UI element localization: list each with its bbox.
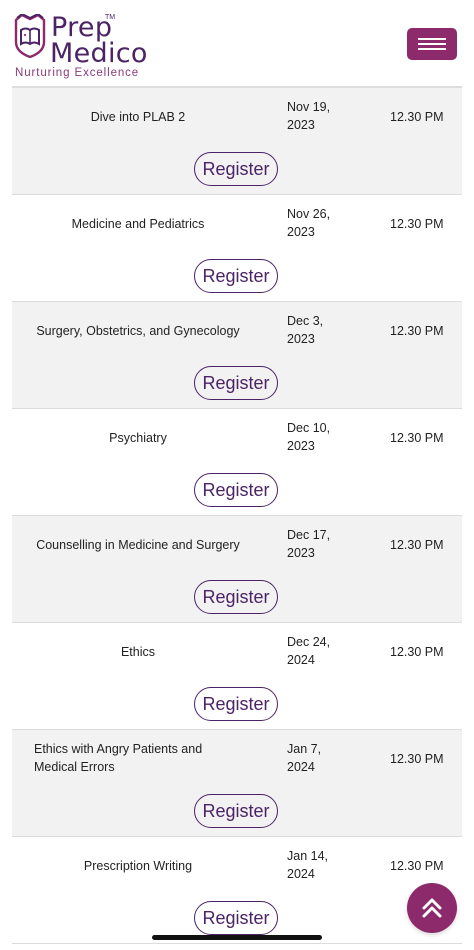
schedule-row: Counselling in Medicine and Surgery Dec … [12,516,462,623]
session-time: 12.30 PM [390,752,444,766]
menu-button[interactable] [407,28,457,60]
session-date: Jan 14, 2024 [287,847,357,883]
session-topic: Ethics [120,645,156,659]
session-date: Nov 19, 2023 [287,98,357,134]
session-topic-line2: Medical Errors [34,760,115,774]
session-date-day: Nov 19, [287,100,331,114]
session-time: 12.30 PM [390,324,444,338]
session-date-year: 2023 [287,332,315,346]
brand-name-line2: Medico [50,38,148,69]
session-date: Dec 10, 2023 [287,419,357,455]
schedule-row: Dive into PLAB 2 Nov 19, 2023 12.30 PM R… [12,86,462,195]
register-button[interactable]: Register [194,794,278,828]
brand-trademark: TM [105,14,116,21]
session-date-day: Dec 17, [287,528,331,542]
session-topic: Counselling in Medicine and Surgery [36,538,240,552]
session-time: 12.30 PM [390,431,444,445]
session-date: Nov 26, 2023 [287,205,357,241]
session-date-day: Jan 7, [287,742,322,756]
register-button[interactable]: Register [194,580,278,614]
schedule-row: Prescription Writing Jan 14, 2024 12.30 … [12,837,462,944]
home-indicator[interactable] [152,935,322,940]
brand-name-line1: Prep [51,12,113,43]
site-header: Prep TM Medico Nurturing Excellence [0,0,474,92]
session-topic: Prescription Writing [83,859,193,873]
session-time: 12.30 PM [390,217,444,231]
session-time: 12.30 PM [390,110,444,124]
book-shield-icon [14,14,46,58]
double-chevron-up-icon [422,898,442,918]
register-button[interactable]: Register [194,152,278,186]
session-date-year: 2023 [287,439,315,453]
session-date-year: 2024 [287,653,315,667]
scroll-to-top-button[interactable] [407,883,457,933]
schedule-row: Ethics with Angry Patients and Medical E… [12,730,462,837]
session-date-day: Dec 3, [287,314,324,328]
session-date-year: 2023 [287,118,315,132]
session-topic-line1: Ethics with Angry Patients and [34,742,203,756]
webinar-schedule-list: Dive into PLAB 2 Nov 19, 2023 12.30 PM R… [12,86,462,944]
session-topic: Dive into PLAB 2 [90,110,186,124]
session-date-day: Dec 10, [287,421,331,435]
schedule-row: Psychiatry Dec 10, 2023 12.30 PM Registe… [12,409,462,516]
session-date-day: Jan 14, [287,849,329,863]
register-button[interactable]: Register [194,473,278,507]
session-date: Dec 17, 2023 [287,526,357,562]
brand-tagline: Nurturing Excellence [15,67,140,79]
session-date-day: Dec 24, [287,635,331,649]
register-button[interactable]: Register [194,901,278,935]
brand-logo[interactable]: Prep TM Medico Nurturing Excellence [14,12,194,82]
session-date: Dec 24, 2024 [287,633,357,669]
session-time: 12.30 PM [390,645,444,659]
schedule-row: Ethics Dec 24, 2024 12.30 PM Register [12,623,462,730]
session-date-day: Nov 26, [287,207,331,221]
session-date-year: 2023 [287,546,315,560]
session-topic: Psychiatry [109,431,167,445]
register-button[interactable]: Register [194,687,278,721]
session-date-year: 2024 [287,760,315,774]
session-date-year: 2023 [287,225,315,239]
session-date: Jan 7, 2024 [287,740,357,776]
session-topic: Medicine and Pediatrics [71,217,205,231]
session-topic: Surgery, Obstetrics, and Gynecology [36,324,240,338]
session-date-year: 2024 [287,867,315,881]
schedule-row: Medicine and Pediatrics Nov 26, 2023 12.… [12,195,462,302]
register-button[interactable]: Register [194,366,278,400]
schedule-row: Surgery, Obstetrics, and Gynecology Dec … [12,302,462,409]
session-date: Dec 3, 2023 [287,312,357,348]
session-time: 12.30 PM [390,538,444,552]
session-time: 12.30 PM [390,859,444,873]
session-topic: Ethics with Angry Patients and Medical E… [34,740,234,776]
register-button[interactable]: Register [194,259,278,293]
